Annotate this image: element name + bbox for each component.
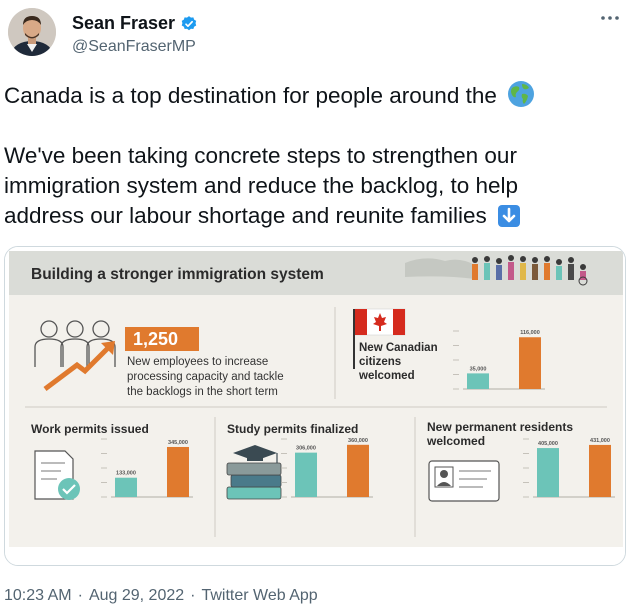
graduation-books-icon: [226, 445, 282, 500]
tweet-header: Sean Fraser @SeanFraserMP: [8, 8, 623, 68]
study-permits-section: Study permits finalized 306,000 360,000: [226, 422, 373, 500]
chart-bar: [167, 446, 189, 497]
infographic: Building a stronger immigration system 1…: [5, 247, 625, 565]
tweet-text: Canada is a top destination for people a…: [4, 80, 624, 231]
employees-text-1: New employees to increase: [127, 356, 268, 368]
author-name[interactable]: Sean Fraser: [72, 13, 175, 34]
chart-bar: [295, 452, 317, 497]
citizens-label-3: welcomed: [358, 370, 415, 382]
employees-text-3: the backlogs in the short term: [127, 386, 278, 398]
author-handle[interactable]: @SeanFraserMP: [72, 38, 196, 56]
bar-value-label: 116,000: [520, 330, 540, 336]
employees-text-2: processing capacity and tackle: [127, 371, 284, 383]
chart-bar: [589, 444, 611, 497]
tweet-line: address our labour shortage and reunite …: [4, 201, 624, 231]
citizens-label-2: citizens: [359, 356, 401, 368]
chart-bar: [115, 477, 137, 497]
bar-value-label: 431,000: [590, 438, 610, 444]
id-card-icon: [428, 460, 500, 502]
employees-number: 1,250: [133, 329, 178, 349]
citizens-label-1: New Canadian: [359, 342, 438, 354]
pr-title-1: New permanent residents: [427, 420, 573, 434]
bar-value-label: 35,000: [470, 366, 487, 372]
tweet-source[interactable]: Twitter Web App: [201, 587, 317, 605]
verified-badge-icon: [181, 15, 197, 30]
chart-bar: [347, 444, 369, 497]
tweet-line: Canada is a top destination for people a…: [4, 80, 624, 111]
tweet-line-4: address our labour shortage and reunite …: [4, 203, 487, 228]
globe-icon: [508, 81, 535, 107]
chart-bar: [537, 448, 559, 497]
tweet-date[interactable]: Aug 29, 2022: [89, 587, 184, 605]
separator: ·: [190, 587, 196, 604]
study-permits-title: Study permits finalized: [227, 422, 358, 436]
tweet-timestamp: 10:23 AM · Aug 29, 2022 · Twitter Web Ap…: [4, 587, 318, 605]
tweet-time[interactable]: 10:23 AM: [4, 587, 72, 605]
separator: ·: [77, 587, 83, 604]
tweet-line-1: Canada is a top destination for people a…: [4, 83, 497, 108]
work-permits-title: Work permits issued: [31, 422, 149, 436]
bar-value-label: 360,000: [348, 438, 368, 444]
bar-value-label: 306,000: [296, 446, 316, 452]
bar-value-label: 133,000: [116, 471, 136, 477]
more-options-icon[interactable]: [599, 10, 621, 26]
tweet-line-3: immigration system and reduce the backlo…: [4, 173, 519, 198]
infographic-title: Building a stronger immigration system: [31, 266, 324, 283]
down-arrow-icon: [498, 205, 521, 227]
bar-value-label: 405,000: [538, 441, 558, 447]
canada-flag-icon: [354, 308, 406, 336]
avatar-image: [8, 8, 56, 56]
chart-bar: [519, 337, 541, 389]
tweet-media[interactable]: Building a stronger immigration system 1…: [4, 246, 626, 566]
name-row: Sean Fraser: [72, 13, 198, 34]
pr-title-2: welcomed: [426, 434, 485, 448]
tweet-line-2: We've been taking concrete steps to stre…: [4, 143, 517, 168]
avatar[interactable]: [8, 8, 56, 56]
bar-value-label: 345,000: [168, 440, 188, 446]
world-map-icon: [405, 258, 475, 279]
chart-bar: [467, 373, 489, 389]
